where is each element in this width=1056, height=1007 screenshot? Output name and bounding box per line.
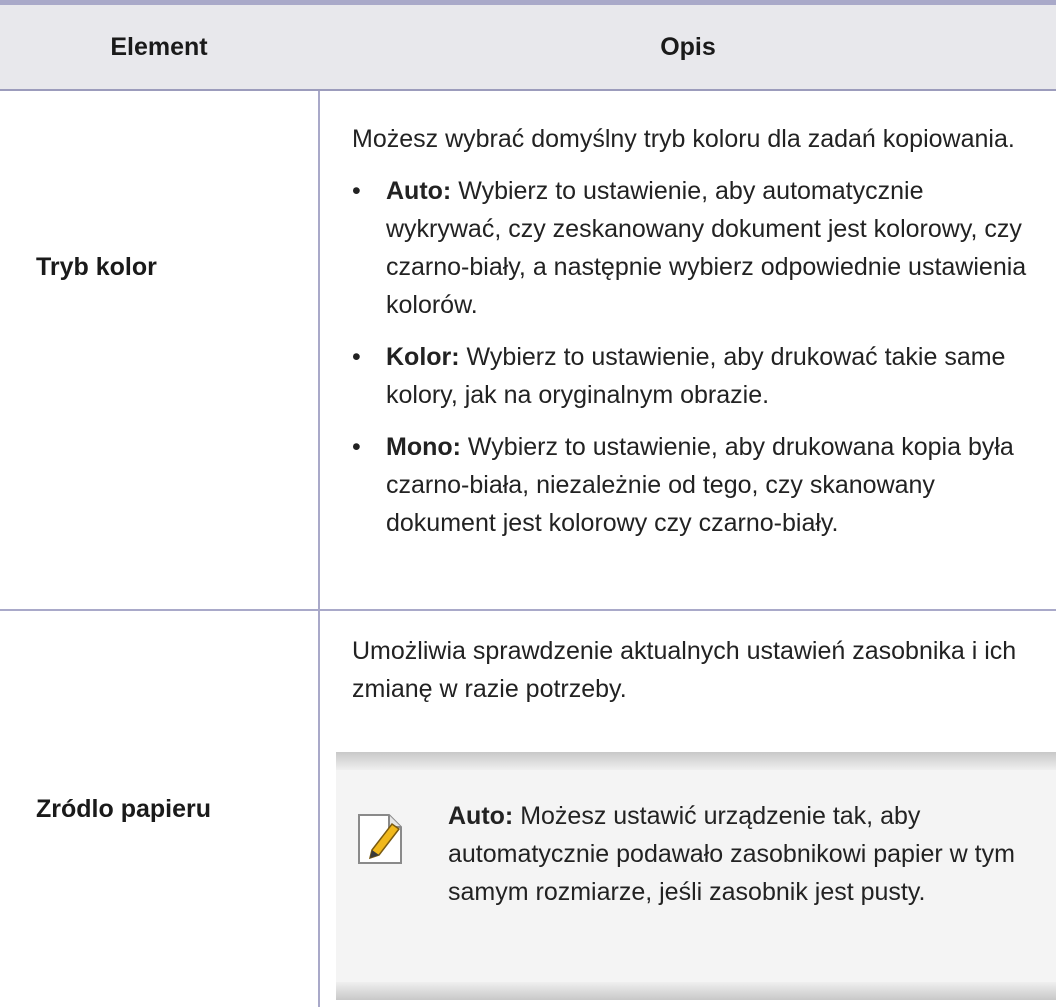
option-text: Wybierz to ustawienie, aby drukować taki… xyxy=(386,343,1006,409)
row-element-zrodlo-papieru: Zródlo papieru xyxy=(36,795,211,823)
description-intro: Możesz wybrać domyślny tryb koloru dla z… xyxy=(352,125,1015,153)
bullet-icon: • xyxy=(352,343,361,371)
list-item: • Mono: Wybierz to ustawienie, aby druko… xyxy=(352,428,1042,542)
option-text: Wybierz to ustawienie, aby drukowana kop… xyxy=(386,433,1014,537)
row-description-zrodlo-papieru: Umożliwia sprawdzenie aktualnych ustawie… xyxy=(352,632,1042,708)
note-box: Auto: Możesz ustawić urządzenie tak, aby… xyxy=(336,752,1056,1000)
list-item: • Auto: Wybierz to ustawienie, aby autom… xyxy=(352,172,1042,324)
note-pencil-icon xyxy=(358,814,402,864)
description-intro: Umożliwia sprawdzenie aktualnych ustawie… xyxy=(352,637,1017,703)
bullet-icon: • xyxy=(352,433,361,461)
option-term: Kolor: xyxy=(386,343,460,371)
bullet-icon: • xyxy=(352,177,361,205)
note-bottom-bar xyxy=(336,982,1056,1000)
note-text: Auto: Możesz ustawić urządzenie tak, aby… xyxy=(448,797,1042,911)
column-divider xyxy=(318,91,320,1007)
header-description: Opis xyxy=(660,32,716,61)
note-top-bar xyxy=(336,752,1056,770)
row-element-tryb-kolor: Tryb kolor xyxy=(36,253,157,281)
header-element: Element xyxy=(110,32,208,61)
option-list: • Auto: Wybierz to ustawienie, aby autom… xyxy=(352,172,1042,542)
option-text: Wybierz to ustawienie, aby automatycznie… xyxy=(386,177,1027,319)
row-description-tryb-kolor: Możesz wybrać domyślny tryb koloru dla z… xyxy=(352,120,1042,556)
note-body: Możesz ustawić urządzenie tak, aby autom… xyxy=(448,802,1015,906)
note-term: Auto: xyxy=(448,802,514,830)
list-item: • Kolor: Wybierz to ustawienie, aby druk… xyxy=(352,338,1042,414)
row-divider xyxy=(0,609,1056,611)
option-term: Auto: xyxy=(386,177,452,205)
option-term: Mono: xyxy=(386,433,461,461)
table-header: Element Opis xyxy=(0,5,1056,91)
